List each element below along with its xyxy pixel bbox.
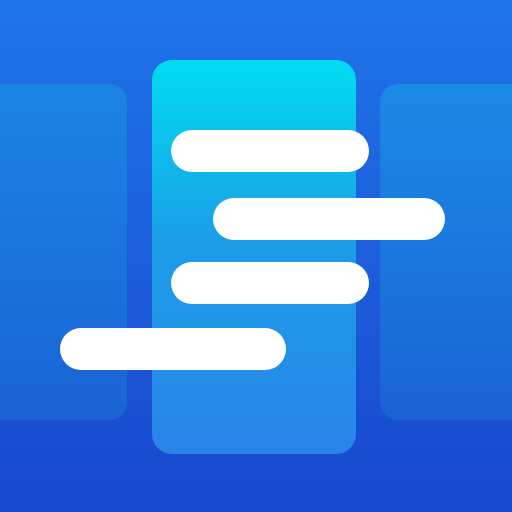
timeline-bar-4 bbox=[60, 328, 286, 370]
app-icon[interactable] bbox=[0, 0, 512, 512]
timeline-bar-3 bbox=[171, 262, 369, 304]
center-column bbox=[152, 60, 356, 454]
timeline-bar-1 bbox=[171, 130, 369, 172]
timeline-bar-2 bbox=[213, 198, 445, 240]
right-column bbox=[380, 84, 512, 420]
